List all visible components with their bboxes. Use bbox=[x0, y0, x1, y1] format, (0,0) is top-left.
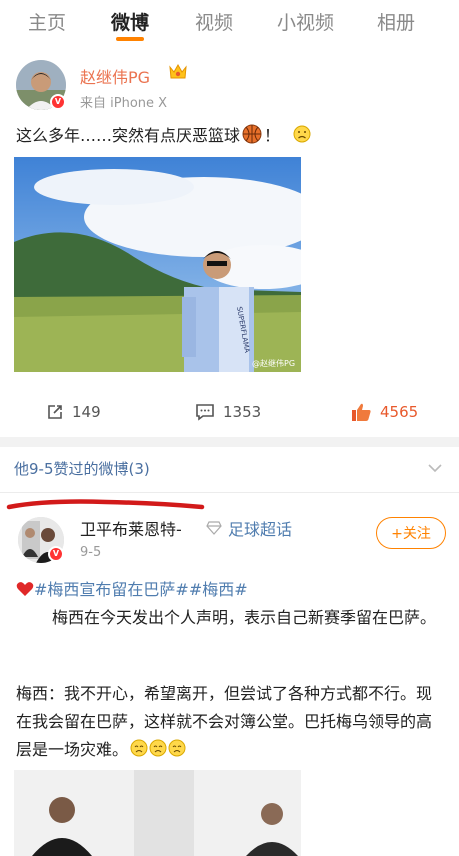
heart-icon bbox=[16, 578, 34, 596]
post-paragraph-2: 梅西：我不开心，希望离开，但尝试了各种方式都不行。现在我会留在巴萨，这样就不会对… bbox=[16, 680, 444, 764]
verified-icon: V bbox=[48, 546, 64, 562]
crown-icon bbox=[168, 63, 188, 81]
thumbs-up-icon bbox=[350, 402, 372, 422]
chevron-down-icon[interactable] bbox=[428, 460, 442, 474]
like-button[interactable]: 4565 bbox=[350, 400, 418, 424]
post-text: #梅西宣布留在巴萨##梅西# bbox=[16, 576, 446, 604]
super-topic-link[interactable]: 足球超话 bbox=[228, 516, 292, 540]
header-divider bbox=[0, 492, 459, 493]
photo-watermark: @赵继伟PG bbox=[252, 358, 295, 368]
comment-button[interactable]: 1353 bbox=[195, 400, 261, 424]
share-icon bbox=[46, 403, 64, 421]
post-photo[interactable] bbox=[14, 770, 301, 856]
tab-home[interactable]: 主页 bbox=[28, 8, 66, 35]
post-text: 这么多年……突然有点厌恶篮球 ！ bbox=[16, 122, 311, 150]
post-photo[interactable]: SUPERFLAMA @赵继伟PG bbox=[14, 157, 301, 372]
tab-weibo[interactable]: 微博 bbox=[111, 8, 149, 35]
comment-icon bbox=[195, 403, 215, 421]
repost-count: 149 bbox=[72, 403, 101, 421]
comment-count: 1353 bbox=[223, 403, 262, 421]
active-tab-indicator bbox=[116, 37, 144, 41]
follow-button[interactable]: +关注 bbox=[376, 517, 446, 549]
section-divider bbox=[0, 437, 459, 447]
liked-posts-header[interactable]: 他9-5赞过的微博(3) bbox=[14, 458, 150, 479]
post-text-main: 这么多年……突然有点厌恶篮球 bbox=[16, 126, 241, 145]
post-username[interactable]: 卫平布莱恩特- bbox=[80, 516, 182, 540]
tab-video[interactable]: 视频 bbox=[195, 8, 233, 35]
crying-emoji-icons bbox=[130, 738, 186, 757]
diamond-icon bbox=[206, 520, 222, 535]
post-paragraph-2-text: 梅西：我不开心，希望离开，但尝试了各种方式都不行。现在我会留在巴萨，这样就不会对… bbox=[16, 684, 433, 759]
tab-short-video[interactable]: 小视频 bbox=[277, 8, 334, 35]
post-paragraph-1: 梅西在今天发出个人声明，表示自己新赛季留在巴萨。 bbox=[52, 608, 437, 627]
like-count: 4565 bbox=[380, 403, 419, 421]
post-source: 来自 iPhone X bbox=[80, 96, 168, 111]
red-annotation-stroke bbox=[6, 496, 206, 512]
top-tabs: 主页 微博 视频 小视频 相册 bbox=[0, 0, 459, 44]
post-date: 9-5 bbox=[80, 545, 102, 560]
repost-button[interactable]: 149 bbox=[46, 400, 101, 424]
topic-hashtags[interactable]: #梅西宣布留在巴萨##梅西# bbox=[34, 580, 248, 599]
post-username[interactable]: 赵继伟PG bbox=[80, 64, 150, 88]
verified-icon: V bbox=[50, 94, 66, 110]
tab-album[interactable]: 相册 bbox=[377, 8, 415, 35]
frown-emoji-icon bbox=[293, 124, 311, 143]
basketball-icon bbox=[242, 124, 262, 144]
post-text-end: ！ bbox=[264, 126, 281, 145]
